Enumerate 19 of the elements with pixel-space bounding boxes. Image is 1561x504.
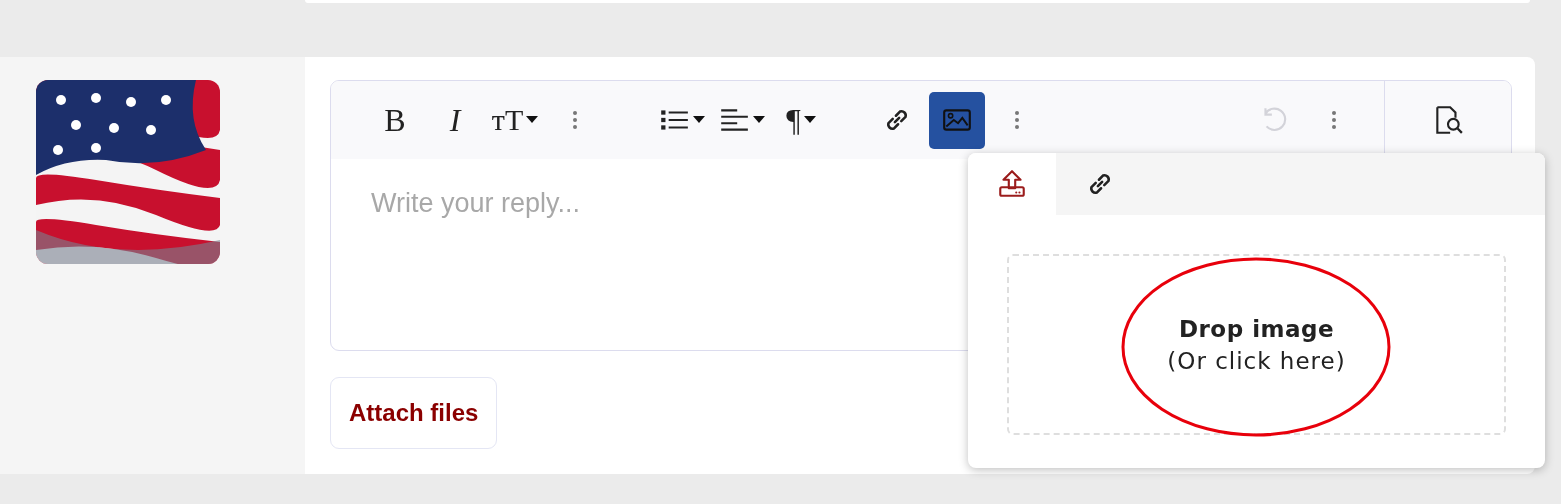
attach-files-button[interactable]: Attach files [330, 377, 498, 449]
image-button[interactable] [929, 91, 985, 149]
drop-zone[interactable]: Drop image (Or click here) [1007, 254, 1506, 435]
reply-input[interactable]: Write your reply... [369, 187, 933, 220]
more-icon [1332, 111, 1336, 129]
drop-title: Drop image [1178, 315, 1335, 342]
upload-icon [996, 168, 1028, 200]
caret-icon [692, 116, 705, 124]
caret-icon [803, 116, 816, 124]
more-icon [1015, 111, 1019, 129]
paragraph-button[interactable]: ¶ [773, 91, 829, 149]
caret-icon [752, 116, 765, 124]
bold-button[interactable]: B [367, 91, 423, 149]
drop-subtitle: (Or click here) [1167, 347, 1346, 374]
upload-tab[interactable] [968, 153, 1056, 215]
italic-button[interactable]: I [427, 91, 483, 149]
more-icon [573, 111, 577, 129]
caret-icon [526, 116, 539, 124]
text-size-button[interactable]: ᴛT [487, 91, 543, 149]
